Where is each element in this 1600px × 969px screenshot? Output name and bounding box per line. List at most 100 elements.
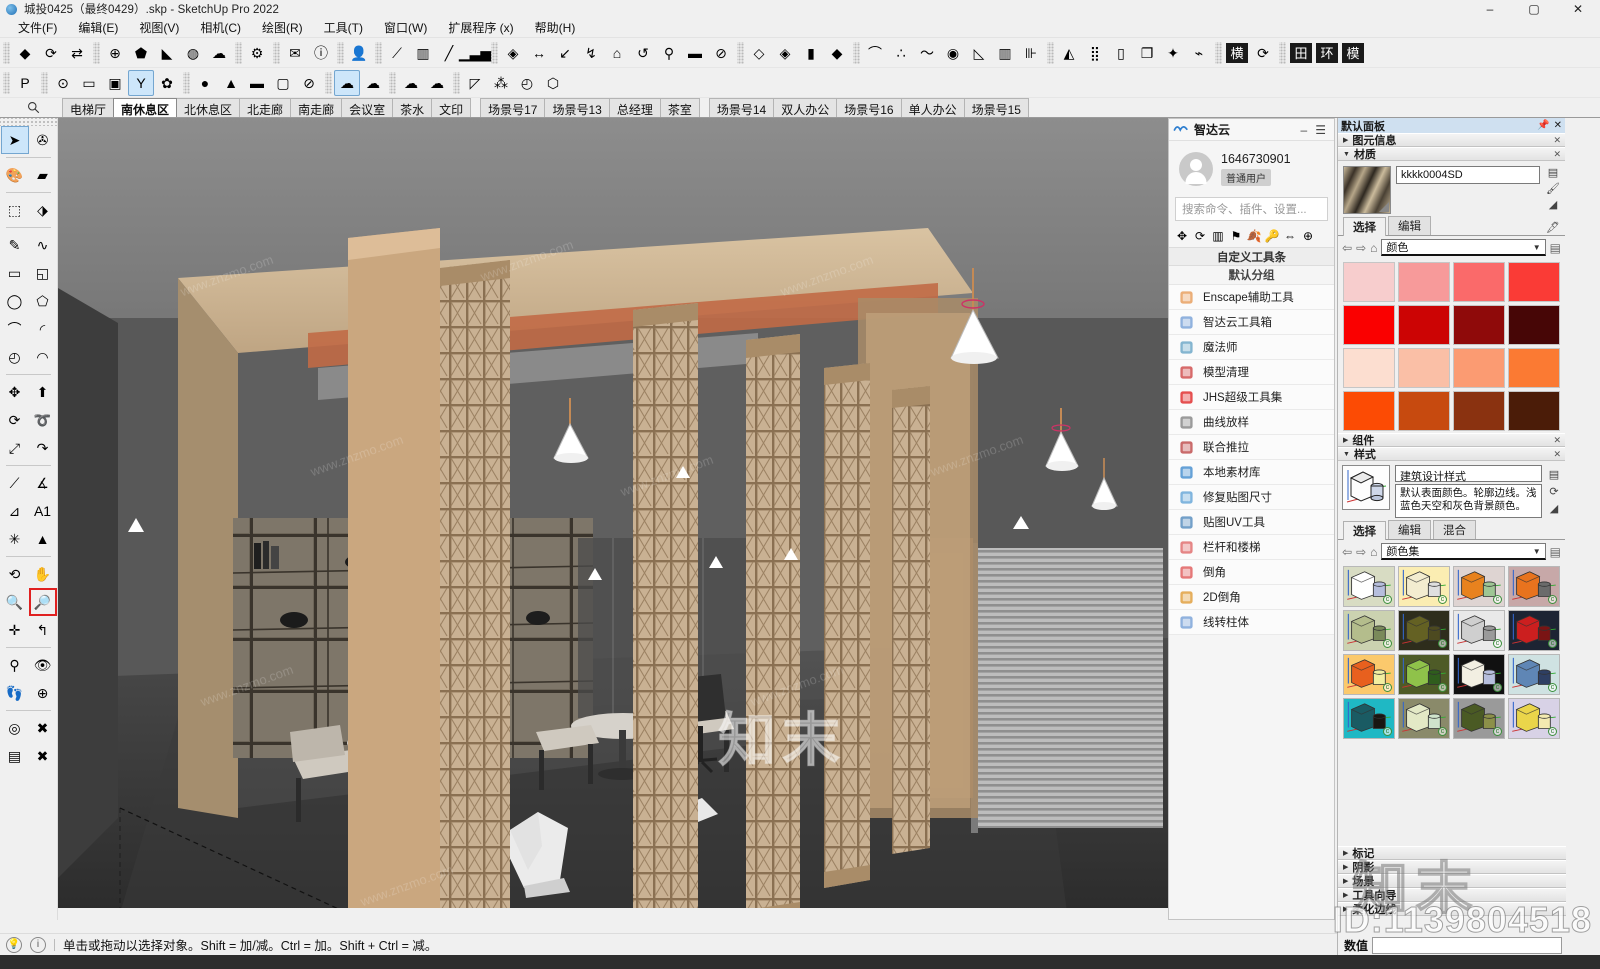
tape-measure-icon[interactable]: ⟋ [1, 469, 29, 497]
bulb-plugin-icon[interactable]: 🔑 [1264, 228, 1280, 244]
zhida-plugin-item-13[interactable]: 线转柱体 [1169, 610, 1334, 635]
zhida-plugin-item-11[interactable]: 倒角 [1169, 560, 1334, 585]
maximize-button[interactable]: ▢ [1512, 0, 1556, 18]
rotate-plugin-icon[interactable]: ⟳ [1192, 228, 1208, 244]
scene-tab-3[interactable]: 北走廊 [239, 98, 292, 117]
style-swatch-7[interactable]: c [1508, 610, 1560, 651]
zhida-plugin-item-9[interactable]: 贴图UV工具 [1169, 510, 1334, 535]
scale-tool-icon[interactable]: ⤢ [1, 434, 29, 462]
material-list-view-icon[interactable]: ▤ [1550, 241, 1561, 255]
refresh-icon[interactable]: ⟳ [38, 40, 64, 66]
env-tool-icon[interactable]: 环 [1314, 40, 1340, 66]
add-location-icon[interactable]: ⊕ [102, 40, 128, 66]
material-swatch-15[interactable] [1508, 391, 1560, 431]
menu-item-5[interactable]: 工具(T) [314, 17, 374, 39]
podium-render-icon[interactable]: P [12, 70, 38, 96]
model-tool-icon[interactable]: 模 [1340, 40, 1366, 66]
zhida-plugin-item-0[interactable]: Enscape辅助工具 [1169, 285, 1334, 310]
tray-section-entity-info[interactable]: ▶ 图元信息 ✕ [1338, 133, 1565, 147]
home-icon[interactable]: ⌂ [1370, 241, 1377, 255]
table-tool-icon[interactable]: 田 [1288, 40, 1314, 66]
menu-item-6[interactable]: 窗口(W) [374, 17, 438, 39]
circle-cut-icon[interactable]: ⊘ [708, 40, 734, 66]
tray-section-materials[interactable]: ▼ 材质 ✕ [1338, 147, 1565, 161]
style-swatch-15[interactable]: c [1508, 698, 1560, 739]
wave-icon[interactable]: 〜 [914, 40, 940, 66]
model-viewport[interactable]: www.znzmo.com www.znzmo.com www.znzmo.co… [58, 118, 1168, 920]
stack-copy-icon[interactable]: ◇ [746, 40, 772, 66]
camera-capture-icon[interactable]: ▣ [102, 70, 128, 96]
hide-light-icon[interactable]: ⊘ [296, 70, 322, 96]
stack-up-icon[interactable]: ◈ [772, 40, 798, 66]
toolbar-grip[interactable] [491, 41, 498, 64]
back-arrow-icon[interactable]: ⇦ [1342, 545, 1352, 559]
style-swatch-2[interactable]: c [1453, 566, 1505, 607]
zhida-plugin-item-6[interactable]: 联合推拉 [1169, 435, 1334, 460]
toolbar-grip[interactable] [0, 118, 57, 126]
rectangle-icon[interactable]: ▭ [1, 259, 29, 287]
zhida-plugin-item-12[interactable]: 2D倒角 [1169, 585, 1334, 610]
material-swatch-13[interactable] [1398, 391, 1450, 431]
push-pull-icon[interactable]: ⬆ [29, 378, 57, 406]
toolbar-grip[interactable] [1279, 41, 1286, 64]
resize-corner-icon[interactable]: ◸ [462, 70, 488, 96]
enscape-asset-icon[interactable]: ✿ [154, 70, 180, 96]
previous-view-icon[interactable]: ↰ [29, 616, 57, 644]
style-swatch-13[interactable]: c [1398, 698, 1450, 739]
tray-section-tool-wizard[interactable]: ▶ 工具向导 [1338, 888, 1566, 902]
cross-nodes2-icon[interactable]: ✖ [29, 742, 57, 770]
broom-icon[interactable]: ⌁ [1186, 40, 1212, 66]
material-swatch-11[interactable] [1508, 348, 1560, 388]
scene-tab-6[interactable]: 茶水 [392, 98, 433, 117]
compass-icon[interactable]: ✦ [1160, 40, 1186, 66]
scene-tab-5[interactable]: 会议室 [341, 98, 394, 117]
minimize-button[interactable]: – [1468, 0, 1512, 18]
arc-tangent-icon[interactable]: ◠ [29, 343, 57, 371]
material-swatch-3[interactable] [1508, 262, 1560, 302]
circle-icon[interactable]: ◯ [1, 287, 29, 315]
cube-box-icon[interactable]: ⬡ [540, 70, 566, 96]
tab-material-edit[interactable]: 编辑 [1388, 216, 1431, 235]
style-swatch-6[interactable]: c [1453, 610, 1505, 651]
arch-shape-icon[interactable]: ⌂ [604, 40, 630, 66]
move-component-icon[interactable]: ⬚ [1, 196, 29, 224]
zhida-plugin-item-10[interactable]: 栏杆和楼梯 [1169, 535, 1334, 560]
material-swatch-4[interactable] [1343, 305, 1395, 345]
close-button[interactable]: ✕ [1556, 0, 1600, 18]
material-detail-icon[interactable]: ◢ [1545, 198, 1561, 211]
window-grid-icon[interactable]: ▥ [410, 40, 436, 66]
fence-plugin-icon[interactable]: ▥ [1210, 228, 1226, 244]
material-swatch-9[interactable] [1398, 348, 1450, 388]
style-detail-icon[interactable]: ◢ [1550, 502, 1558, 515]
toolbar-grip[interactable] [235, 41, 242, 64]
zoom-window-icon[interactable]: 🔎 [28, 588, 57, 616]
tab-material-select[interactable]: 选择 [1343, 217, 1386, 236]
3d-warehouse-tree-icon[interactable]: ⬟ [128, 40, 154, 66]
section-horizontal-icon[interactable]: 横 [1224, 40, 1250, 66]
cloud-share-icon[interactable]: ☁ [360, 70, 386, 96]
scene-tab-11[interactable]: 茶室 [659, 98, 700, 117]
scene-tab-7[interactable]: 文印 [431, 98, 472, 117]
toolbar-grip[interactable] [93, 41, 100, 64]
video-export-icon[interactable]: ▭ [76, 70, 102, 96]
tray-section-components[interactable]: ▶ 组件 ✕ [1338, 433, 1565, 447]
zoom-tool-icon[interactable]: 🔍 [1, 588, 29, 616]
joint-push-pull-icon[interactable]: ◈ [500, 40, 526, 66]
material-swatch-7[interactable] [1508, 305, 1560, 345]
style-swatch-5[interactable]: c [1398, 610, 1450, 651]
menu-item-1[interactable]: 编辑(E) [68, 17, 129, 39]
scene-tab-13[interactable]: 双人办公 [773, 98, 838, 117]
material-swatch-10[interactable] [1453, 348, 1505, 388]
materials-fan-icon[interactable]: ◣ [154, 40, 180, 66]
style-swatch-8[interactable]: c [1343, 654, 1395, 695]
fence-icon[interactable]: ▥ [992, 40, 1018, 66]
spot-light-icon[interactable]: ▲ [218, 70, 244, 96]
mail-icon[interactable]: ✉ [282, 40, 308, 66]
tag-tool-icon[interactable]: ⬗ [29, 196, 57, 224]
section-rotate-icon[interactable]: ⟳ [1250, 40, 1276, 66]
viewport-horizontal-scrollbar[interactable] [58, 908, 1168, 920]
scene-search-icon[interactable] [4, 98, 62, 117]
spiral-icon[interactable]: ◉ [940, 40, 966, 66]
3d-text-icon[interactable]: ▲ [29, 525, 57, 553]
scene-tab-16[interactable]: 场景号15 [963, 98, 1029, 117]
